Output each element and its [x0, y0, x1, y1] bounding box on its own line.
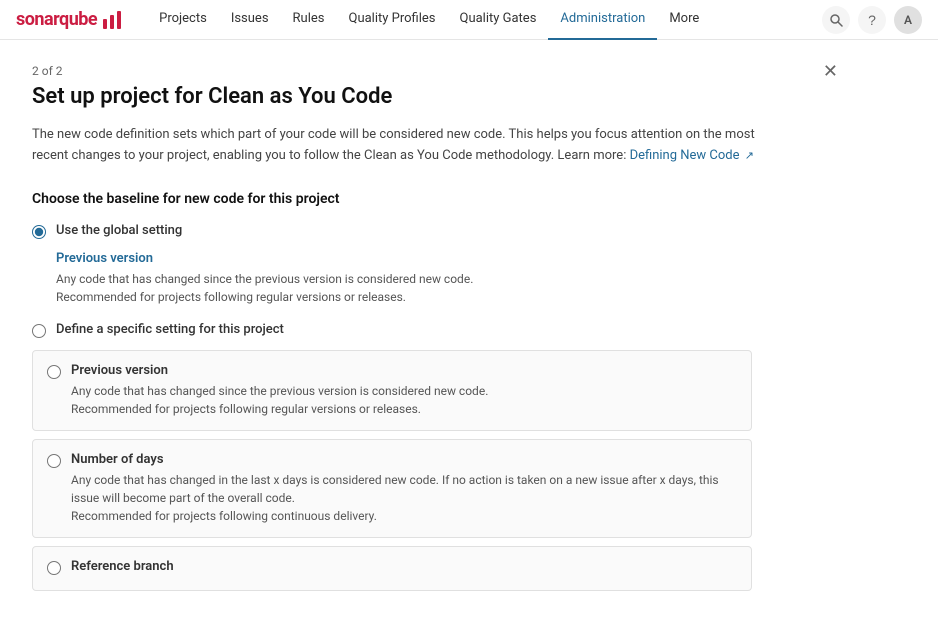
specific-setting-label[interactable]: Define a specific setting for this proje… [56, 322, 284, 337]
option-ref-branch-title: Reference branch [71, 559, 174, 574]
option-prev-version-radio[interactable] [47, 365, 61, 379]
global-sub-text2: Recommended for projects following regul… [56, 288, 828, 306]
option-prev-version-desc1: Any code that has changed since the prev… [71, 382, 488, 400]
nav-rules[interactable]: Rules [281, 0, 337, 40]
option-ref-branch-body: Reference branch [71, 559, 174, 578]
global-setting-detail: Previous version Any code that has chang… [56, 251, 828, 306]
search-icon [829, 13, 843, 27]
logo-icon [101, 9, 123, 31]
option-ref-branch-radio[interactable] [47, 561, 61, 575]
option-prev-version-body: Previous version Any code that has chang… [71, 363, 488, 418]
navbar: sonarqube Projects Issues Rules Quality … [0, 0, 938, 40]
specific-setting-radio[interactable] [32, 324, 46, 338]
specific-setting-option: Define a specific setting for this proje… [32, 322, 828, 338]
description: The new code definition sets which part … [32, 125, 772, 167]
help-button[interactable]: ? [858, 6, 886, 34]
option-prev-version-desc2: Recommended for projects following regul… [71, 400, 488, 418]
logo: sonarqube [16, 9, 123, 31]
help-icon: ? [868, 12, 876, 28]
defining-new-code-link[interactable]: Defining New Code ↗ [630, 148, 754, 163]
nav-more[interactable]: More [657, 0, 711, 40]
option-num-days-desc1: Any code that has changed in the last x … [71, 471, 737, 507]
global-setting-label[interactable]: Use the global setting [56, 223, 182, 238]
option-num-days-radio[interactable] [47, 454, 61, 468]
logo-text: sonarqube [16, 9, 97, 30]
global-sub-text1: Any code that has changed since the prev… [56, 270, 828, 288]
specific-options-list: Previous version Any code that has chang… [32, 350, 828, 591]
avatar[interactable]: A [894, 6, 922, 34]
global-sub-heading: Previous version [56, 251, 828, 266]
dialog: ✕ 2 of 2 Set up project for Clean as You… [0, 40, 860, 623]
nav-items: Projects Issues Rules Quality Profiles Q… [147, 0, 822, 40]
nav-administration[interactable]: Administration [548, 0, 657, 40]
close-button[interactable]: ✕ [817, 60, 844, 82]
page-title: Set up project for Clean as You Code [32, 84, 828, 109]
option-prev-version-title: Previous version [71, 363, 488, 378]
external-link-icon: ↗ [745, 149, 754, 162]
global-setting-option: Use the global setting [32, 223, 828, 239]
global-setting-radio[interactable] [32, 225, 46, 239]
option-number-of-days: Number of days Any code that has changed… [32, 439, 752, 538]
section-title: Choose the baseline for new code for thi… [32, 191, 828, 207]
option-num-days-desc2: Recommended for projects following conti… [71, 507, 737, 525]
search-button[interactable] [822, 6, 850, 34]
option-reference-branch: Reference branch [32, 546, 752, 591]
nav-issues[interactable]: Issues [219, 0, 281, 40]
option-previous-version: Previous version Any code that has chang… [32, 350, 752, 431]
option-num-days-title: Number of days [71, 452, 737, 467]
nav-quality-gates[interactable]: Quality Gates [448, 0, 549, 40]
step-indicator: 2 of 2 [32, 64, 828, 78]
nav-quality-profiles[interactable]: Quality Profiles [337, 0, 448, 40]
nav-actions: ? A [822, 6, 922, 34]
nav-projects[interactable]: Projects [147, 0, 219, 40]
